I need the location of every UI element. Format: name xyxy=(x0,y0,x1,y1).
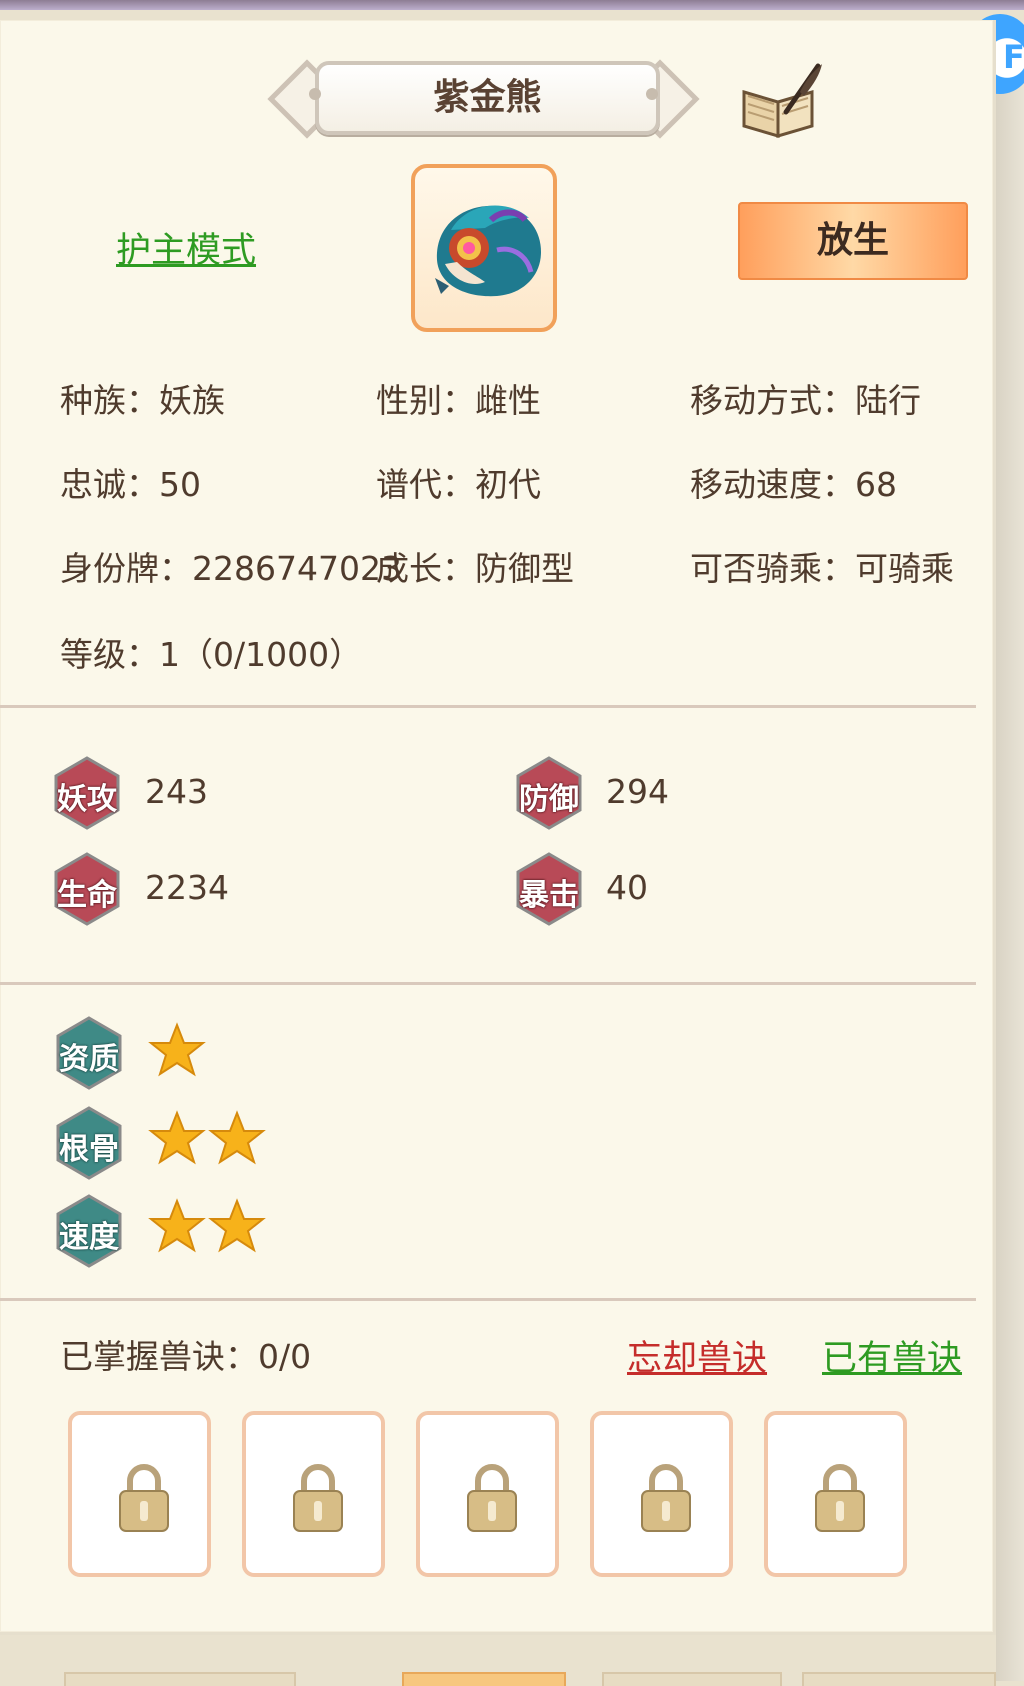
gender-text: 性别：雌性 xyxy=(376,381,541,420)
mastered-skills-text: 已掌握兽诀：0/0 xyxy=(60,1337,312,1376)
lock-icon xyxy=(293,1464,343,1532)
stat-badge-hp: 生命 xyxy=(54,852,120,926)
quality-badge-aptitude: 资质 xyxy=(56,1016,122,1090)
stat-value-defense: 294 xyxy=(606,772,669,811)
stat-badge-crit: 暴击 xyxy=(516,852,582,926)
skill-slot[interactable] xyxy=(68,1411,211,1577)
book-quill-icon[interactable] xyxy=(738,62,824,140)
forget-skill-link[interactable]: 忘却兽诀 xyxy=(627,1330,767,1381)
top-strip xyxy=(0,0,1024,10)
stat-label-hp: 生命 xyxy=(57,878,117,913)
right-edge xyxy=(996,20,1024,1681)
lock-icon xyxy=(641,1464,691,1532)
level-text: 等级：1（0/1000） xyxy=(60,635,363,674)
stat-label-defense: 防御 xyxy=(519,782,579,817)
quality-badge-bone: 根骨 xyxy=(56,1106,122,1180)
star-icon xyxy=(148,1198,206,1253)
divider-1 xyxy=(0,705,976,708)
lock-icon xyxy=(815,1464,865,1532)
move-type-text: 移动方式：陆行 xyxy=(690,381,921,420)
title-banner: 紫金熊 xyxy=(265,55,702,139)
star-icon xyxy=(208,1198,266,1253)
move-speed-text: 移动速度：68 xyxy=(690,465,897,504)
quality-label-bone: 根骨 xyxy=(59,1132,119,1167)
id-tag-text: 身份牌：2286747023 xyxy=(60,549,402,588)
pet-name-title: 紫金熊 xyxy=(433,77,542,118)
pet-portrait-icon xyxy=(435,205,541,297)
quality-badge-speed: 速度 xyxy=(56,1194,122,1268)
skill-slot[interactable] xyxy=(242,1411,385,1577)
stat-badge-attack: 妖攻 xyxy=(54,756,120,830)
star-icon xyxy=(148,1110,206,1165)
race-text: 种族：妖族 xyxy=(60,381,225,420)
corner-badge-letter: F xyxy=(1003,38,1024,76)
guard-mode-link[interactable]: 护主模式 xyxy=(116,222,256,273)
rideable-text: 可否骑乘：可骑乘 xyxy=(690,549,954,588)
lock-icon xyxy=(119,1464,169,1532)
star-icon xyxy=(148,1022,206,1077)
skill-slot[interactable] xyxy=(416,1411,559,1577)
loyalty-text: 忠诚：50 xyxy=(60,465,201,504)
divider-2 xyxy=(0,982,976,985)
stat-value-crit: 40 xyxy=(606,868,648,907)
owned-skills-link[interactable]: 已有兽诀 xyxy=(822,1330,962,1381)
generation-text: 谱代：初代 xyxy=(376,465,541,504)
stat-label-crit: 暴击 xyxy=(519,878,579,913)
release-button[interactable]: 放生 xyxy=(738,202,968,280)
bottom-tab[interactable] xyxy=(602,1672,782,1686)
divider-3 xyxy=(0,1298,976,1301)
skill-slot[interactable] xyxy=(590,1411,733,1577)
star-icon xyxy=(208,1110,266,1165)
bottom-tab[interactable] xyxy=(64,1672,296,1686)
stat-badge-defense: 防御 xyxy=(516,756,582,830)
bottom-tab[interactable] xyxy=(802,1672,996,1686)
quality-label-speed: 速度 xyxy=(59,1220,119,1255)
growth-text: 成长：防御型 xyxy=(376,549,574,588)
stat-value-hp: 2234 xyxy=(145,868,229,907)
lock-icon xyxy=(467,1464,517,1532)
stat-label-attack: 妖攻 xyxy=(57,782,117,817)
stat-value-attack: 243 xyxy=(145,772,208,811)
bottom-tab[interactable] xyxy=(402,1672,566,1686)
skill-slot[interactable] xyxy=(764,1411,907,1577)
quality-label-aptitude: 资质 xyxy=(59,1042,119,1077)
pet-portrait[interactable] xyxy=(411,164,557,332)
